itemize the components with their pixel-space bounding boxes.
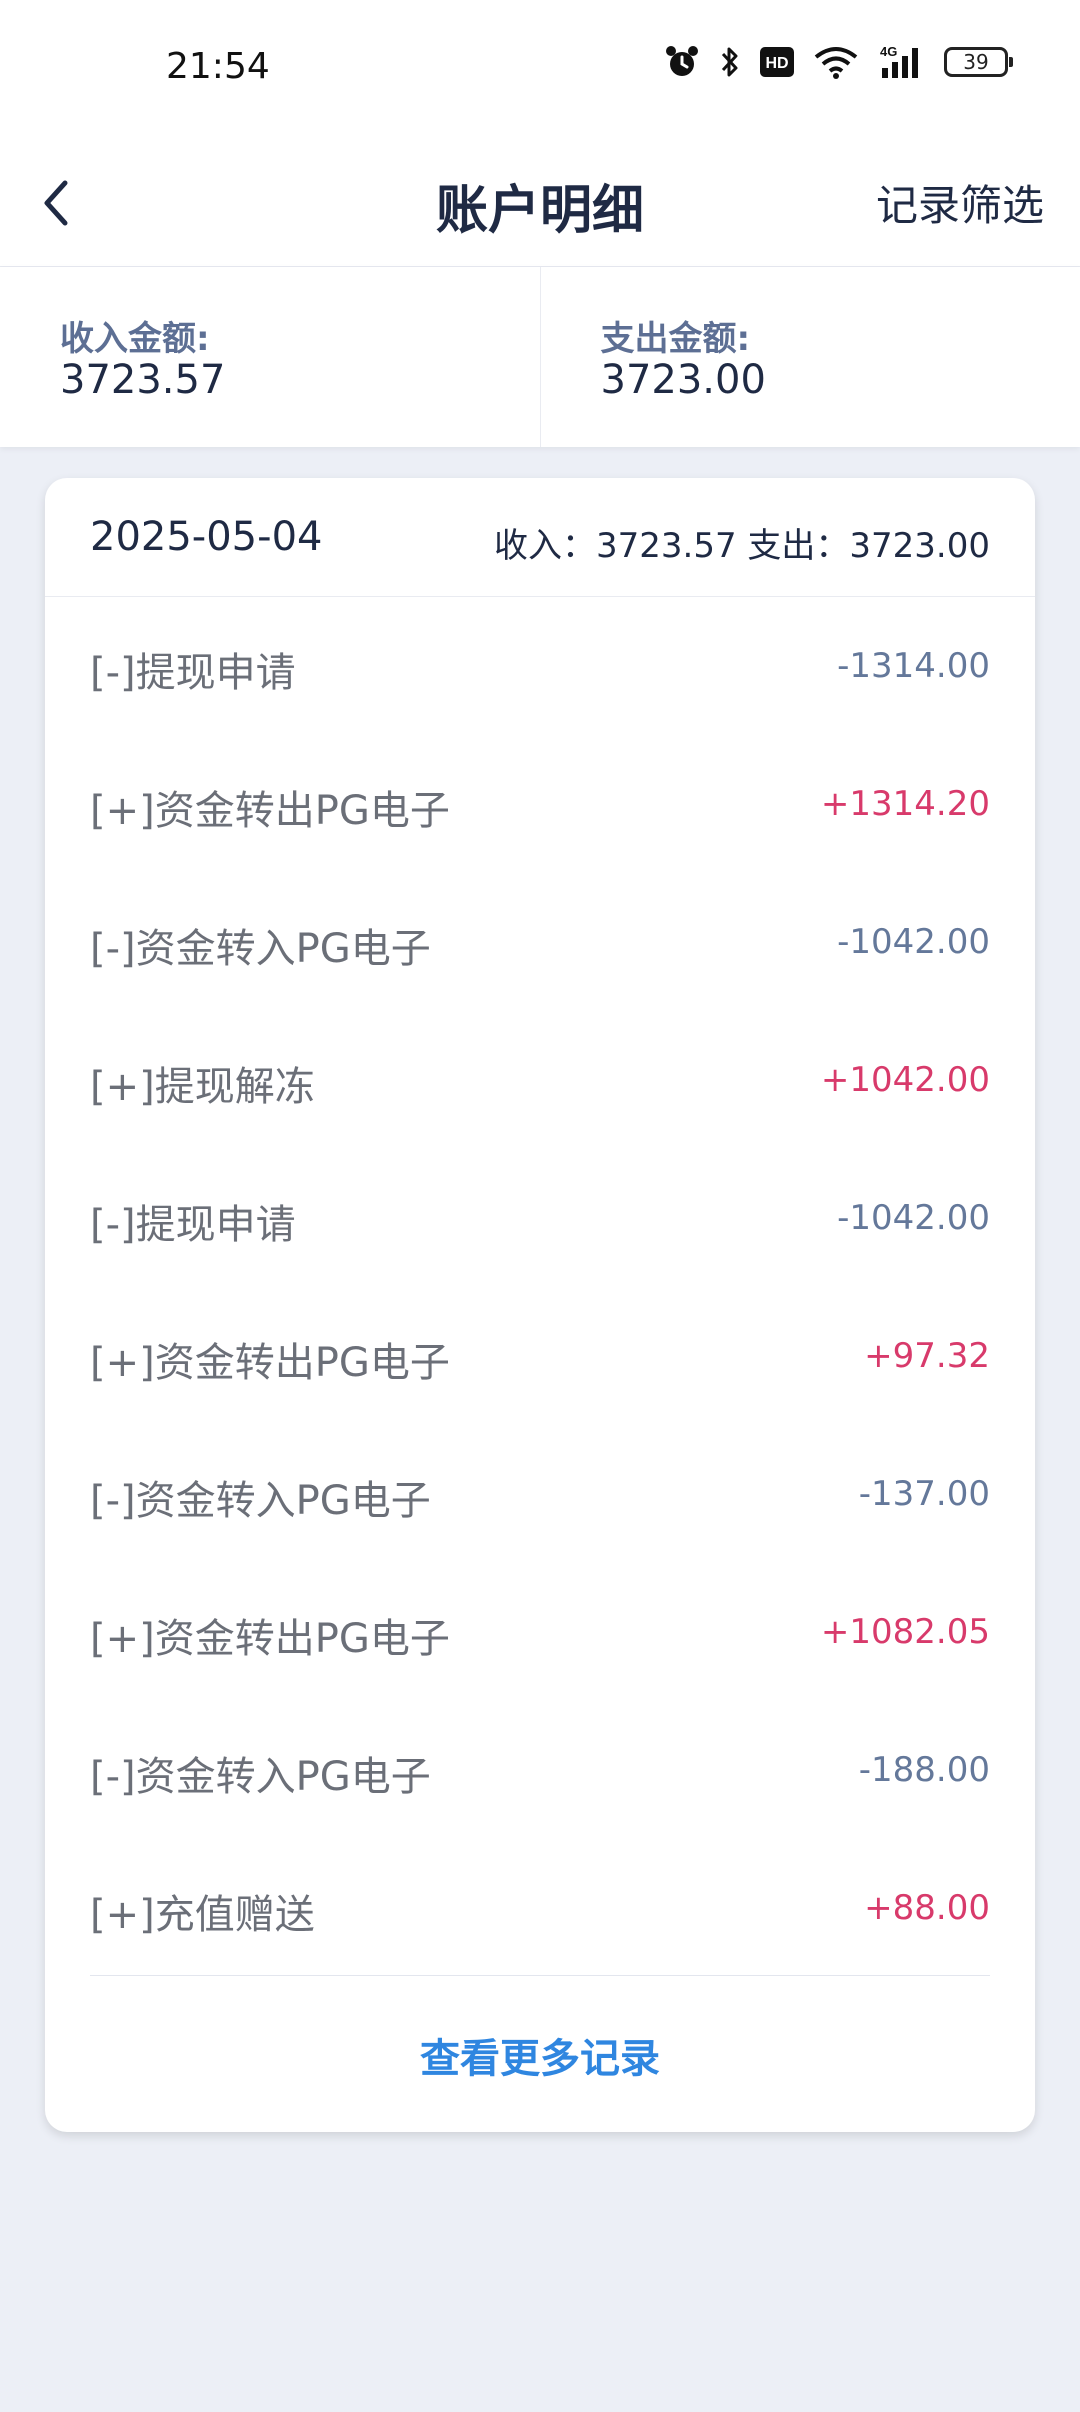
day-header: 2025-05-04 收入：3723.57 支出：3723.00: [45, 478, 1035, 597]
svg-text:HD: HD: [765, 55, 788, 72]
record-amount: +1314.20: [820, 784, 990, 824]
record-row[interactable]: [-]资金转入PG电子 -137.00: [45, 1426, 1035, 1564]
income-summary: 收入金额: 3723.57: [0, 267, 541, 447]
record-row[interactable]: [+]资金转出PG电子 +1082.05: [45, 1564, 1035, 1702]
record-label: [-]提现申请: [90, 1202, 296, 1248]
record-row[interactable]: [+]提现解冻 +1042.00: [45, 1012, 1035, 1150]
day-totals: 收入：3723.57 支出：3723.00: [493, 526, 990, 566]
record-row[interactable]: [-]资金转入PG电子 -188.00: [45, 1702, 1035, 1840]
record-label: [-]资金转入PG电子: [90, 1478, 431, 1524]
record-label: [+]资金转出PG电子: [90, 1616, 450, 1662]
record-amount: -1042.00: [837, 922, 990, 962]
record-list: [-]提现申请 -1314.00 [+]资金转出PG电子 +1314.20 [-…: [45, 598, 1035, 1978]
record-label: [+]资金转出PG电子: [90, 788, 450, 834]
svg-text:4G: 4G: [880, 44, 897, 59]
4g-signal-icon: 4G: [878, 44, 926, 80]
record-label: [-]资金转入PG电子: [90, 1754, 431, 1800]
bluetooth-icon: [718, 44, 742, 80]
record-amount: +1042.00: [820, 1060, 990, 1100]
record-label: [+]充值赠送: [90, 1892, 315, 1938]
record-label: [-]提现申请: [90, 650, 296, 696]
view-more-records-link[interactable]: 查看更多记录: [45, 2026, 1035, 2084]
record-amount: -1314.00: [837, 646, 990, 686]
wifi-icon: [812, 44, 860, 80]
record-date: 2025-05-04: [90, 514, 323, 560]
status-time: 21:54: [166, 46, 270, 87]
record-row[interactable]: [+]资金转出PG电子 +1314.20: [45, 736, 1035, 874]
record-row[interactable]: [-]资金转入PG电子 -1042.00: [45, 874, 1035, 1012]
record-amount: +88.00: [864, 1888, 990, 1928]
record-row[interactable]: [+]资金转出PG电子 +97.32: [45, 1288, 1035, 1426]
record-amount: +97.32: [864, 1336, 990, 1376]
record-row[interactable]: [-]提现申请 -1042.00: [45, 1150, 1035, 1288]
record-amount: -1042.00: [837, 1198, 990, 1238]
hd-icon: HD: [760, 47, 794, 77]
record-amount: +1082.05: [820, 1612, 990, 1652]
records-card: 2025-05-04 收入：3723.57 支出：3723.00 [-]提现申请…: [45, 478, 1035, 2132]
status-icons: HD 4G 39: [664, 44, 1013, 80]
nav-bar: 账户明细 记录筛选: [0, 140, 1080, 267]
record-row[interactable]: [-]提现申请 -1314.00: [45, 598, 1035, 736]
income-value: 3723.57: [60, 357, 226, 403]
expense-summary: 支出金额: 3723.00: [541, 267, 1080, 447]
status-bar: 21:54 HD 4G 39: [0, 0, 1080, 140]
summary-panel: 收入金额: 3723.57 支出金额: 3723.00: [0, 267, 1080, 447]
record-amount: -137.00: [858, 1474, 990, 1514]
expense-label: 支出金额:: [600, 319, 751, 359]
battery-icon: 39: [944, 47, 1013, 77]
record-row[interactable]: [+]充值赠送 +88.00: [45, 1840, 1035, 1978]
record-label: [-]资金转入PG电子: [90, 926, 431, 972]
expense-value: 3723.00: [600, 357, 766, 403]
record-amount: -188.00: [858, 1750, 990, 1790]
alarm-icon: [664, 44, 700, 80]
income-label: 收入金额:: [60, 319, 210, 359]
divider: [90, 1975, 990, 1976]
record-label: [+]提现解冻: [90, 1064, 315, 1110]
filter-records-button[interactable]: 记录筛选: [876, 172, 1044, 233]
record-label: [+]资金转出PG电子: [90, 1340, 450, 1386]
